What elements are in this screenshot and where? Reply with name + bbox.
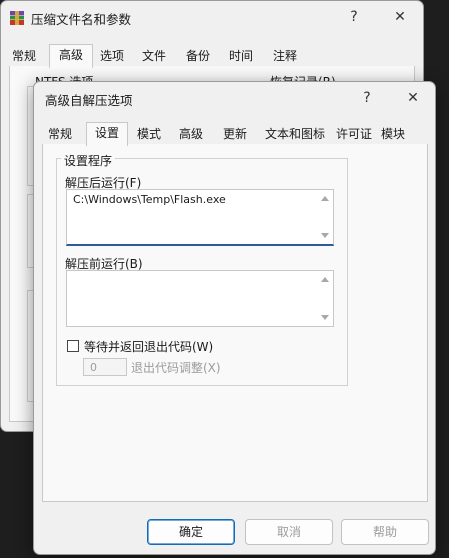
run-after-input[interactable]: C:\Windows\Temp\Flash.exe xyxy=(66,189,334,246)
back-tab-files[interactable]: 文件 xyxy=(139,46,169,66)
tab-text-and-icon[interactable]: 文本和图标 xyxy=(263,124,327,144)
run-after-value: C:\Windows\Temp\Flash.exe xyxy=(73,193,226,206)
back-tab-comment[interactable]: 注释 xyxy=(270,46,300,66)
tab-license[interactable]: 许可证 xyxy=(333,124,375,144)
setup-tab-panel: 设置程序 解压后运行(F) C:\Windows\Temp\Flash.exe … xyxy=(42,144,428,502)
tab-module[interactable]: 模块 xyxy=(379,124,407,144)
front-tab-strip: 常规 设置 模式 高级 更新 文本和图标 许可证 模块 xyxy=(40,122,429,146)
help-button[interactable]: 帮助 xyxy=(341,519,429,545)
back-help-button[interactable]: ? xyxy=(339,5,369,29)
run-before-input[interactable] xyxy=(66,270,334,327)
back-tab-backup[interactable]: 备份 xyxy=(183,46,213,66)
back-title-bar[interactable]: 压缩文件名和参数 ? ✕ xyxy=(1,1,423,33)
back-tab-general[interactable]: 常规 xyxy=(9,46,39,66)
run-before-scrollbar[interactable] xyxy=(318,271,333,326)
back-tab-options[interactable]: 选项 xyxy=(97,46,127,66)
front-close-button[interactable]: ✕ xyxy=(398,86,428,110)
scroll-up-arrow-icon[interactable] xyxy=(321,277,329,282)
scroll-down-arrow-icon[interactable] xyxy=(321,315,329,320)
exit-code-input[interactable]: 0 xyxy=(83,358,127,376)
tab-update[interactable]: 更新 xyxy=(221,124,249,144)
back-tab-advanced[interactable]: 高级 xyxy=(49,44,93,68)
back-window-title: 压缩文件名和参数 xyxy=(31,12,132,27)
run-after-scrollbar[interactable] xyxy=(318,190,333,244)
tab-advanced[interactable]: 高级 xyxy=(177,124,205,144)
setup-program-group-label: 设置程序 xyxy=(61,152,116,169)
tab-setup[interactable]: 设置 xyxy=(86,122,128,146)
back-tab-time[interactable]: 时间 xyxy=(226,46,256,66)
front-title-bar[interactable]: 高级自解压选项 ? ✕ xyxy=(34,82,435,114)
wait-exit-code-checkbox[interactable] xyxy=(67,340,79,352)
tab-general[interactable]: 常规 xyxy=(46,124,74,144)
ok-button[interactable]: 确定 xyxy=(147,519,235,545)
tab-modes[interactable]: 模式 xyxy=(135,124,163,144)
front-help-button[interactable]: ? xyxy=(352,86,382,110)
scroll-down-arrow-icon[interactable] xyxy=(321,233,329,238)
back-tab-strip: 常规 高级 选项 文件 备份 时间 注释 xyxy=(7,44,417,68)
exit-code-value: 0 xyxy=(90,361,97,374)
sfx-options-dialog: 高级自解压选项 ? ✕ 常规 设置 模式 高级 更新 文本和图标 许可证 模块 … xyxy=(33,81,436,555)
winrar-app-icon xyxy=(10,11,24,25)
back-close-button[interactable]: ✕ xyxy=(385,5,415,29)
front-window-title: 高级自解压选项 xyxy=(45,93,133,108)
wait-exit-code-label[interactable]: 等待并返回退出代码(W) xyxy=(84,338,213,355)
scroll-up-arrow-icon[interactable] xyxy=(321,196,329,201)
cancel-button[interactable]: 取消 xyxy=(245,519,333,545)
exit-code-label: 退出代码调整(X) xyxy=(131,361,221,375)
